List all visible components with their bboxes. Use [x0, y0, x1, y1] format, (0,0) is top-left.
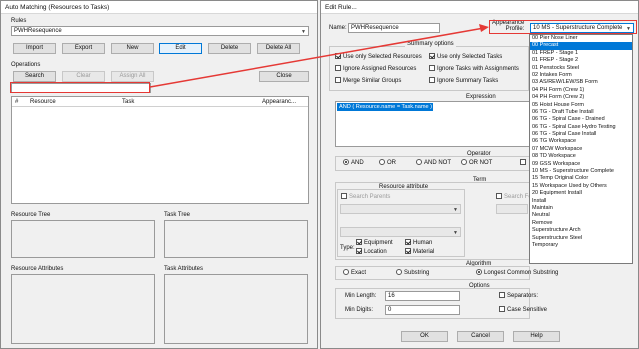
annotation-arrow — [149, 24, 489, 88]
arrow-line — [149, 27, 485, 88]
arrow-head — [479, 24, 489, 32]
